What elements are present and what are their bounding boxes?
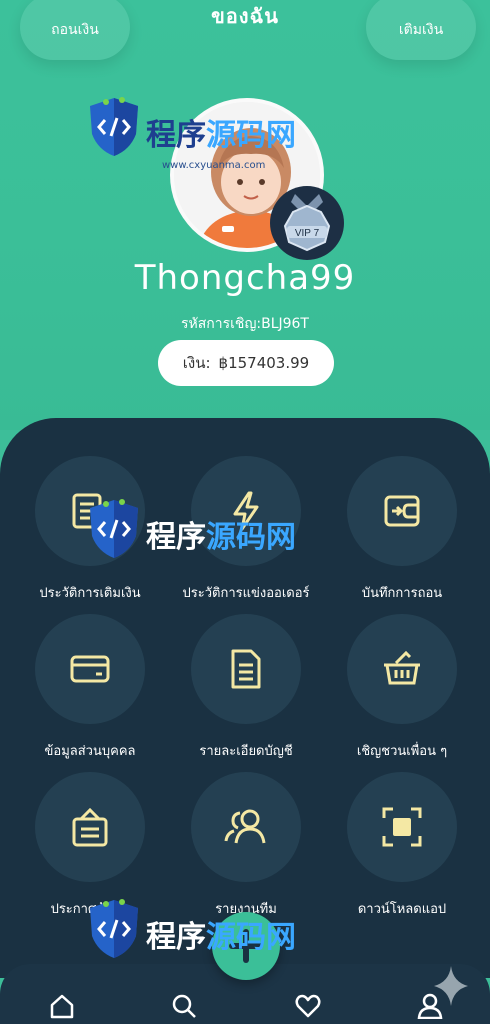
announcement-icon <box>72 807 108 847</box>
menu-account-details[interactable]: รายละเอียดบัญชี <box>166 614 326 761</box>
watermark-text-a: 程序 <box>146 520 206 555</box>
menu-label: ข้อมูลส่วนบุคคล <box>44 744 136 759</box>
menu-label: ประวัติการเติมเงิน <box>39 586 141 601</box>
profile-header: ถอนเงิน ของฉัน เติมเงิน VIP 7 Thongcha99… <box>0 0 490 430</box>
balance-value: ฿157403.99 <box>218 354 310 372</box>
menu-label: ดาวน์โหลดแอป <box>357 902 447 917</box>
vip-medal-icon: VIP 7 <box>283 194 331 252</box>
menu-icon-circle <box>191 614 301 724</box>
watermark-text-b: 源码网 <box>206 920 296 955</box>
sparkle-icon <box>434 966 468 1010</box>
team-icon <box>224 809 266 844</box>
menu-withdraw-records[interactable]: บันทึกการถอน <box>322 456 482 603</box>
file-text-icon <box>231 649 261 689</box>
menu-label: บันทึกการถอน <box>361 586 443 601</box>
watermark-text-b: 源码网 <box>206 520 296 555</box>
deposit-button[interactable]: เติมเงิน <box>366 0 476 60</box>
watermark-shield-icon <box>90 97 138 156</box>
vip-badge: VIP 7 <box>270 186 344 260</box>
menu-download-app[interactable]: ดาวน์โหลดแอป <box>322 772 482 919</box>
download-scan-icon <box>382 807 422 847</box>
wallet-icon <box>384 495 420 527</box>
menu-label: ประวัติการแข่งออเดอร์ <box>182 586 310 601</box>
watermark-url: www.cxyuanma.com <box>162 160 266 171</box>
menu-label: เชิญชวนเพื่อน ๆ <box>356 744 448 759</box>
menu-invite-friends[interactable]: เชิญชวนเพื่อน ๆ <box>322 614 482 761</box>
heart-icon[interactable] <box>292 990 324 1022</box>
watermark-shield-icon <box>90 499 138 558</box>
watermark: 程序源码网 <box>86 896 296 964</box>
balance-pill: เงิน: ฿157403.99 <box>158 340 334 386</box>
invite-code[interactable]: รหัสการเชิญ:BLJ96T <box>0 313 490 335</box>
watermark-text-a: 程序 <box>146 118 206 153</box>
menu-personal-info[interactable]: ข้อมูลส่วนบุคคล <box>10 614 170 761</box>
search-icon[interactable] <box>168 990 200 1022</box>
menu-icon-circle <box>347 772 457 882</box>
username: Thongcha99 <box>134 258 356 298</box>
watermark: 程序源码网 www.cxyuanma.com <box>86 94 296 171</box>
balance-label: เงิน: <box>182 354 211 372</box>
menu-team-report[interactable]: รายงานทีม <box>166 772 326 919</box>
menu-icon-circle <box>35 772 145 882</box>
watermark-shield-icon <box>90 899 138 958</box>
menu-icon-circle <box>347 456 457 566</box>
watermark: 程序源码网 <box>86 496 296 564</box>
home-icon[interactable] <box>46 990 78 1022</box>
menu-icon-circle <box>191 772 301 882</box>
watermark-text-b: 源码网 <box>206 118 296 153</box>
basket-icon <box>384 650 420 685</box>
menu-icon-circle <box>347 614 457 724</box>
card-icon <box>70 655 110 683</box>
watermark-text-a: 程序 <box>146 920 206 955</box>
menu-icon-circle <box>35 614 145 724</box>
menu-label: รายละเอียดบัญชี <box>199 744 293 759</box>
vip-level-text: VIP 7 <box>295 228 320 239</box>
